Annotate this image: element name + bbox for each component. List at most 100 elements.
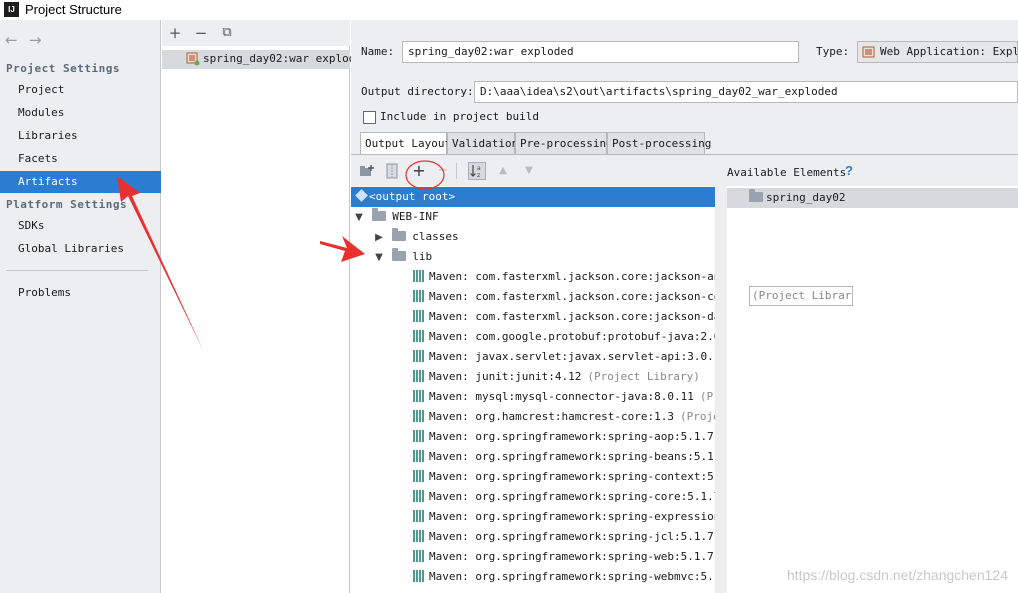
window-title: Project Structure xyxy=(25,2,122,17)
sidebar-item-facets[interactable]: Facets xyxy=(0,148,161,170)
tab-pre-processing[interactable]: Pre-processing xyxy=(515,132,613,154)
tab-output-layout[interactable]: Output Layout xyxy=(360,132,451,154)
output-directory-field[interactable]: D:\aaa\idea\s2\out\artifacts\spring_day0… xyxy=(474,81,1018,103)
forward-arrow-icon[interactable]: → xyxy=(29,31,42,49)
output-directory-label: Output directory: xyxy=(361,85,474,98)
include-in-build-label: Include in project build xyxy=(380,110,539,123)
project-settings-heading: Project Settings xyxy=(6,62,120,75)
archive-icon[interactable] xyxy=(386,163,398,179)
tree-row-library[interactable]: Maven: org.springframework:spring-web:5.… xyxy=(351,547,725,567)
sidebar-item-modules[interactable]: Modules xyxy=(0,102,161,124)
remove-element-icon[interactable]: − xyxy=(434,162,452,180)
intellij-app-icon: IJ xyxy=(4,2,19,17)
remove-artifact-icon[interactable]: − xyxy=(193,25,209,41)
tree-row-library[interactable]: Maven: org.springframework:spring-aop:5.… xyxy=(351,427,725,447)
tree-row-library[interactable]: Maven: javax.servlet:javax.servlet-api:3… xyxy=(351,347,720,367)
library-icon xyxy=(413,510,425,522)
library-icon xyxy=(413,350,425,362)
copy-artifact-icon[interactable]: ⧉ xyxy=(219,25,235,41)
back-arrow-icon[interactable]: ← xyxy=(5,31,18,49)
tree-row-library[interactable]: Maven: org.springframework:spring-webmvc… xyxy=(351,567,725,587)
tabs-underline xyxy=(351,154,1018,155)
include-in-build-checkbox[interactable] xyxy=(363,111,376,124)
add-artifact-icon[interactable]: + xyxy=(167,25,183,41)
web-inf-label: WEB-INF xyxy=(392,210,439,223)
add-element-icon[interactable]: + xyxy=(410,162,428,180)
tree-row-library[interactable]: Maven: org.springframework:spring-contex… xyxy=(351,467,725,487)
folder-icon xyxy=(371,208,386,221)
svg-text:z: z xyxy=(477,172,480,179)
settings-sidebar: ← → Project Settings Project Modules Lib… xyxy=(0,20,161,593)
tree-row-library[interactable]: Maven: org.springframework:spring-core:5… xyxy=(351,487,725,507)
tree-row-web-inf[interactable]: ▼ WEB-INF xyxy=(351,207,715,227)
library-name: Maven: mysql:mysql-connector-java:8.0.11 xyxy=(429,390,694,403)
type-dropdown[interactable]: Web Application: Exploded xyxy=(857,41,1018,63)
library-icon xyxy=(413,470,425,482)
sidebar-item-sdks[interactable]: SDKs xyxy=(0,215,161,237)
library-icon xyxy=(413,430,425,442)
available-element-label: spring_day02 xyxy=(766,191,846,204)
svg-text:a: a xyxy=(477,165,481,172)
tree-row-output-root[interactable]: <output root> xyxy=(351,187,715,207)
library-name: Maven: junit:junit:4.12 xyxy=(429,370,582,383)
library-icon xyxy=(413,450,425,462)
artifacts-toolbar: + − ⧉ xyxy=(162,20,350,46)
tree-row-library[interactable]: Maven: org.springframework:spring-jcl:5.… xyxy=(351,527,725,547)
library-icon xyxy=(413,370,425,382)
artifact-editor: Name: spring_day02:war exploded Type: We… xyxy=(351,20,1018,593)
library-name: Maven: com.fasterxml.jackson.core:jackso… xyxy=(429,270,725,283)
tree-row-library[interactable]: Maven: com.fasterxml.jackson.core:jackso… xyxy=(351,307,725,327)
chevron-down-icon[interactable]: ▼ xyxy=(353,208,365,228)
sidebar-item-artifacts[interactable]: Artifacts xyxy=(0,171,161,193)
folder-icon xyxy=(391,228,406,241)
tree-row-library[interactable]: Maven: com.google.protobuf:protobuf-java… xyxy=(351,327,725,347)
chevron-down-icon[interactable]: ▼ xyxy=(373,248,385,268)
folder-icon xyxy=(391,248,406,261)
tab-validation[interactable]: Validation xyxy=(447,132,518,154)
output-root-label: <output root> xyxy=(369,190,456,203)
tree-row-library[interactable]: Maven: junit:junit:4.12 (Project Library) xyxy=(351,367,715,387)
available-elements-pane: spring_day02 xyxy=(727,186,1018,593)
name-field[interactable]: spring_day02:war exploded xyxy=(402,41,799,63)
chevron-right-icon[interactable]: ▶ xyxy=(373,228,385,248)
tree-scrollbar[interactable] xyxy=(715,186,725,593)
output-layout-toolbar: + − a z ▲ ▼ Available Elements ? xyxy=(351,157,1018,185)
tab-post-processing[interactable]: Post-processing xyxy=(607,132,711,154)
sidebar-item-global-libraries[interactable]: Global Libraries xyxy=(0,238,161,260)
war-exploded-icon xyxy=(186,52,200,66)
sidebar-item-libraries[interactable]: Libraries xyxy=(0,125,161,147)
library-name: Maven: org.springframework:spring-webmvc… xyxy=(429,570,725,583)
title-bar: IJ Project Structure xyxy=(0,0,1018,20)
tree-row-library[interactable]: Maven: com.fasterxml.jackson.core:jackso… xyxy=(351,287,725,307)
tree-row-library[interactable]: Maven: com.fasterxml.jackson.core:jackso… xyxy=(351,267,725,287)
library-name: Maven: org.springframework:spring-web:5.… xyxy=(429,550,725,563)
toolbar-separator xyxy=(456,163,457,179)
move-down-icon[interactable]: ▼ xyxy=(520,162,538,180)
help-icon[interactable]: ? xyxy=(845,163,853,178)
tree-row-classes[interactable]: ▶ classes xyxy=(351,227,715,247)
available-element-item[interactable]: spring_day02 xyxy=(727,188,1018,208)
platform-settings-heading: Platform Settings xyxy=(6,198,128,211)
sidebar-divider xyxy=(6,270,148,271)
library-icon xyxy=(413,310,425,322)
artifacts-list-pane: + − ⧉ spring_day02:war exploded xyxy=(162,20,369,593)
tree-row-library[interactable]: Maven: mysql:mysql-connector-java:8.0.11… xyxy=(351,387,725,407)
library-name: Maven: org.hamcrest:hamcrest-core:1.3 xyxy=(429,410,675,423)
tree-row-lib[interactable]: ▼ lib xyxy=(351,247,715,267)
sidebar-item-project[interactable]: Project xyxy=(0,79,161,101)
sort-alphabetically-icon[interactable]: a z xyxy=(468,162,486,180)
move-up-icon[interactable]: ▲ xyxy=(494,162,512,180)
tree-row-library[interactable]: Maven: org.springframework:spring-expres… xyxy=(351,507,725,527)
artifact-list-item[interactable]: spring_day02:war exploded xyxy=(162,50,369,69)
library-tooltip: (Project Library) xyxy=(749,286,853,306)
lib-label: lib xyxy=(412,250,433,263)
tree-row-library[interactable]: Maven: org.springframework:spring-beans:… xyxy=(351,447,725,467)
library-name: Maven: com.google.protobuf:protobuf-java… xyxy=(429,330,725,343)
tree-row-library[interactable]: Maven: org.hamcrest:hamcrest-core:1.3 (Pr… xyxy=(351,407,725,427)
library-hint: (Project Library) xyxy=(587,370,700,383)
library-name: Maven: org.springframework:spring-jcl:5.… xyxy=(429,530,725,543)
library-name: Maven: com.fasterxml.jackson.core:jackso… xyxy=(429,290,725,303)
sidebar-item-problems[interactable]: Problems xyxy=(0,282,161,304)
library-name: Maven: org.springframework:spring-expres… xyxy=(429,510,725,523)
folder-plus-icon[interactable] xyxy=(359,164,375,178)
